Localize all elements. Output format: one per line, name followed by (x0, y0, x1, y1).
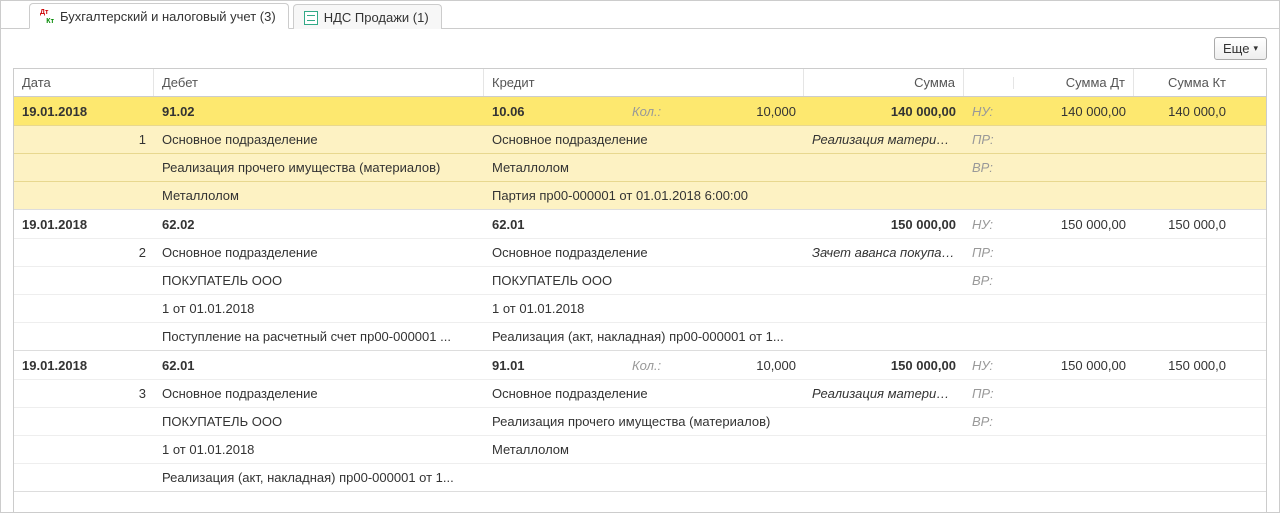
cell-tag-vr: ВР: (964, 267, 1014, 294)
tab-label: НДС Продажи (1) (324, 10, 429, 25)
col-debit[interactable]: Дебет (154, 69, 484, 96)
cell-debit-line: Основное подразделение (154, 239, 484, 266)
cell-sum: 140 000,00 (804, 98, 964, 125)
cell-debit-line: 1 от 01.01.2018 (154, 436, 484, 463)
cell-credit-acc: 10.06 (484, 98, 624, 125)
tab-bar: Бухгалтерский и налоговый учет (3) НДС П… (1, 1, 1279, 29)
cell-qty (684, 218, 804, 230)
tab-vat-sales[interactable]: НДС Продажи (1) (293, 4, 442, 29)
col-sum-kt[interactable]: Сумма Кт (1134, 69, 1234, 96)
col-sum-dt[interactable]: Сумма Дт (1014, 69, 1134, 96)
cell-note: Реализация материалов (804, 380, 964, 407)
cell-qty: 10,000 (684, 352, 804, 379)
cell-credit-line: Основное подразделение (484, 126, 804, 153)
table-row[interactable]: 19.01.201891.0210.06Кол.:10,000140 000,0… (14, 97, 1266, 210)
cell-qty-label: Кол.: (624, 352, 684, 379)
cell-qty-label: Кол.: (624, 98, 684, 125)
grid-body[interactable]: 19.01.201891.0210.06Кол.:10,000140 000,0… (14, 97, 1266, 513)
app-window: Бухгалтерский и налоговый учет (3) НДС П… (0, 0, 1280, 513)
table-row[interactable]: 19.01.201862.0262.01150 000,00НУ:150 000… (14, 210, 1266, 351)
cell-index: 2 (14, 239, 154, 266)
col-credit[interactable]: Кредит (484, 69, 804, 96)
more-button[interactable]: Еще ▾ (1214, 37, 1267, 60)
cell-sum-kt: 140 000,0 (1134, 98, 1234, 125)
chevron-down-icon: ▾ (1253, 43, 1258, 54)
cell-sum-dt: 150 000,00 (1014, 211, 1134, 238)
cell-debit-line: ПОКУПАТЕЛЬ ООО (154, 267, 484, 294)
cell-tag-vr: ВР: (964, 154, 1014, 181)
more-label: Еще (1223, 41, 1249, 56)
cell-credit-line: Реализация прочего имущества (материалов… (484, 408, 804, 435)
cell-date: 19.01.2018 (14, 211, 154, 238)
cell-sum-dt: 140 000,00 (1014, 98, 1134, 125)
cell-sum: 150 000,00 (804, 211, 964, 238)
cell-debit-line: Основное подразделение (154, 126, 484, 153)
cell-debit-line: Реализация (акт, накладная) пр00-000001 … (154, 464, 484, 491)
cell-tag-pr: ПР: (964, 380, 1014, 407)
cell-tag-pr: ПР: (964, 126, 1014, 153)
cell-credit-line (484, 472, 804, 484)
cell-note: Реализация материалов (804, 126, 964, 153)
cell-index: 3 (14, 380, 154, 407)
cell-credit-acc: 62.01 (484, 211, 624, 238)
tab-label: Бухгалтерский и налоговый учет (3) (60, 9, 276, 24)
grid-header: Дата Дебет Кредит Сумма Сумма Дт Сумма К… (14, 69, 1266, 97)
cell-debit-acc: 62.01 (154, 352, 484, 379)
cell-date: 19.01.2018 (14, 352, 154, 379)
cell-qty: 10,000 (684, 98, 804, 125)
cell-tag-nu: НУ: (964, 98, 1014, 125)
cell-debit-acc: 62.02 (154, 211, 484, 238)
cell-tag-vr: ВР: (964, 408, 1014, 435)
cell-debit-line: 1 от 01.01.2018 (154, 295, 484, 322)
cell-credit-line: Металлолом (484, 436, 804, 463)
cell-note: Зачет аванса покупателя (804, 239, 964, 266)
col-date[interactable]: Дата (14, 69, 154, 96)
dtkt-icon (40, 10, 54, 24)
cell-sum: 150 000,00 (804, 352, 964, 379)
table-row[interactable]: 19.01.201862.0191.01Кол.:10,000150 000,0… (14, 351, 1266, 492)
sheet-icon (304, 11, 318, 25)
col-sum[interactable]: Сумма (804, 69, 964, 96)
cell-debit-acc: 91.02 (154, 98, 484, 125)
cell-sum-dt: 150 000,00 (1014, 352, 1134, 379)
cell-credit-line: Основное подразделение (484, 239, 804, 266)
cell-date: 19.01.2018 (14, 98, 154, 125)
cell-index: 1 (14, 126, 154, 153)
cell-debit-line: ПОКУПАТЕЛЬ ООО (154, 408, 484, 435)
cell-credit-line: ПОКУПАТЕЛЬ ООО (484, 267, 804, 294)
cell-credit-acc: 91.01 (484, 352, 624, 379)
cell-debit-line: Металлолом (154, 182, 484, 209)
cell-credit-line: Партия пр00-000001 от 01.01.2018 6:00:00 (484, 182, 804, 209)
cell-credit-line: Основное подразделение (484, 380, 804, 407)
cell-credit-line: 1 от 01.01.2018 (484, 295, 804, 322)
tab-accounting[interactable]: Бухгалтерский и налоговый учет (3) (29, 3, 289, 29)
cell-debit-line: Реализация прочего имущества (материалов… (154, 154, 484, 181)
cell-tag-nu: НУ: (964, 352, 1014, 379)
cell-sum-kt: 150 000,0 (1134, 352, 1234, 379)
toolbar: Еще ▾ (1, 29, 1279, 68)
postings-grid: Дата Дебет Кредит Сумма Сумма Дт Сумма К… (13, 68, 1267, 513)
cell-qty-label (624, 218, 684, 230)
cell-tag-pr: ПР: (964, 239, 1014, 266)
cell-credit-line: Реализация (акт, накладная) пр00-000001 … (484, 323, 804, 350)
cell-debit-line: Основное подразделение (154, 380, 484, 407)
cell-tag-nu: НУ: (964, 211, 1014, 238)
cell-credit-line: Металлолом (484, 154, 804, 181)
cell-debit-line: Поступление на расчетный счет пр00-00000… (154, 323, 484, 350)
cell-sum-kt: 150 000,0 (1134, 211, 1234, 238)
col-tag (964, 77, 1014, 89)
